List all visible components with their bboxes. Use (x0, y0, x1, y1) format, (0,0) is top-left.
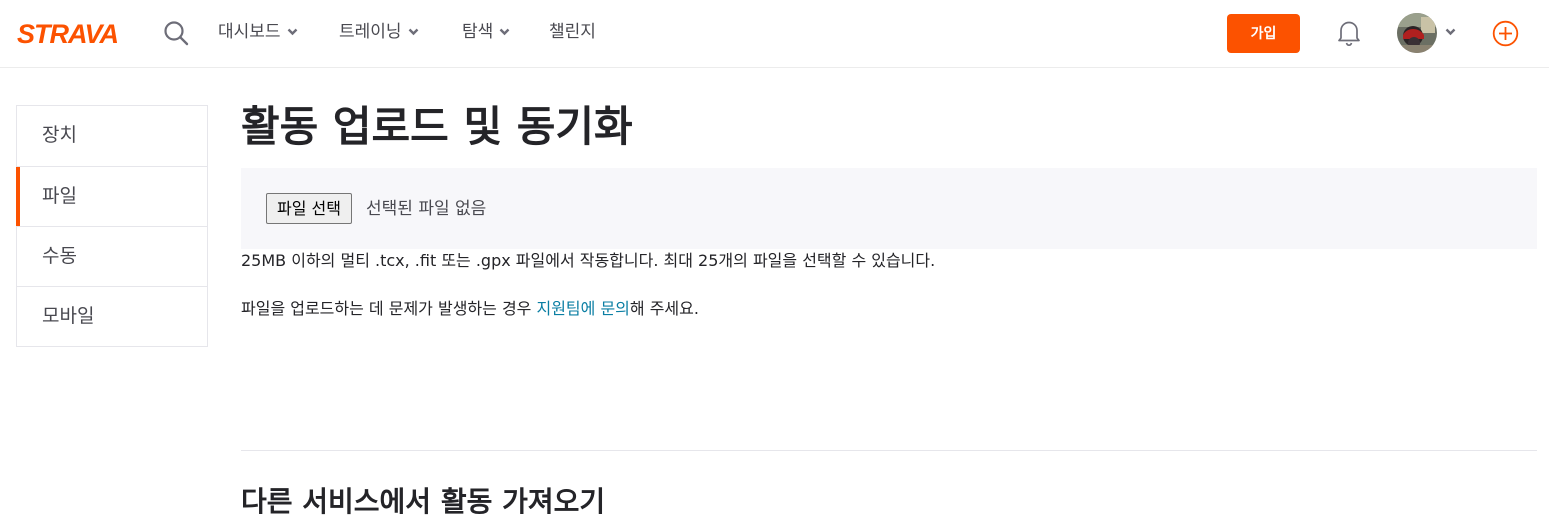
sidebar-item-label: 파일 (42, 185, 77, 207)
nav-training-label: 트레이닝 (339, 22, 402, 42)
nav-training[interactable]: 트레이닝 (339, 20, 419, 44)
chevron-down-icon (408, 28, 418, 36)
avatar[interactable] (1397, 13, 1437, 53)
help-text-prefix: 파일을 업로드하는 데 문제가 발생하는 경우 (241, 299, 537, 318)
join-button[interactable]: 가입 (1227, 14, 1300, 53)
nav-explore-label: 탐색 (462, 22, 494, 42)
file-format-info: 25MB 이하의 멀티 .tcx, .fit 또는 .gpx 파일에서 작동합니… (241, 251, 936, 270)
bell-icon[interactable] (1336, 19, 1362, 47)
chevron-down-icon (287, 28, 297, 36)
chevron-down-icon[interactable] (1445, 28, 1456, 36)
top-navigation: STRAVA 대시보드 트레이닝 탐색 챌린지 가입 (0, 0, 1549, 68)
strava-logo[interactable]: STRAVA (17, 19, 119, 49)
help-text: 파일을 업로드하는 데 문제가 발생하는 경우 지원팀에 문의해 주세요. (241, 297, 699, 321)
sidebar-item-manual[interactable]: 수동 (17, 226, 207, 286)
help-text-suffix: 해 주세요. (629, 299, 699, 318)
chevron-down-icon (499, 28, 510, 36)
sidebar-item-file[interactable]: 파일 (16, 166, 207, 226)
nav-challenges[interactable]: 챌린지 (549, 20, 596, 44)
import-section-title: 다른 서비스에서 활동 가져오기 (241, 485, 606, 518)
contact-support-link[interactable]: 지원팀에 문의 (536, 299, 629, 318)
file-status-text: 선택된 파일 없음 (366, 199, 487, 219)
plus-circle-icon[interactable] (1492, 20, 1519, 47)
sidebar-item-device[interactable]: 장치 (17, 106, 207, 166)
choose-file-button[interactable]: 파일 선택 (266, 193, 352, 224)
file-upload-panel: 파일 선택 선택된 파일 없음 (241, 168, 1537, 249)
sidebar-item-label: 모바일 (42, 305, 95, 327)
nav-explore[interactable]: 탐색 (462, 20, 510, 44)
page-title: 활동 업로드 및 동기화 (241, 102, 633, 151)
nav-dashboard-label: 대시보드 (218, 22, 281, 42)
section-divider (241, 450, 1537, 451)
search-icon[interactable] (163, 20, 189, 46)
upload-method-sidebar: 장치 파일 수동 모바일 (16, 105, 208, 347)
nav-challenges-label: 챌린지 (549, 22, 596, 42)
sidebar-item-label: 수동 (42, 245, 77, 267)
nav-dashboard[interactable]: 대시보드 (218, 20, 298, 44)
sidebar-item-label: 장치 (42, 124, 77, 146)
sidebar-item-mobile[interactable]: 모바일 (17, 286, 207, 346)
